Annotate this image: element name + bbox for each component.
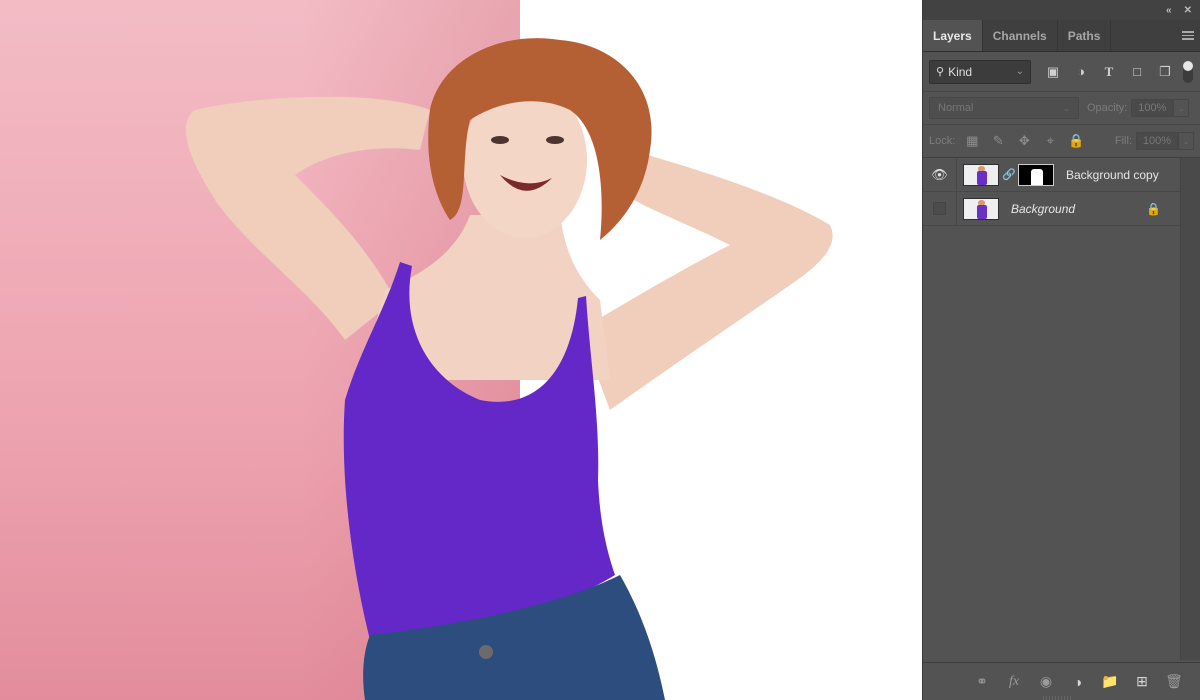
add-mask-icon[interactable]: ◉ [1037,673,1055,690]
search-icon: ⚲ [936,66,945,78]
fill-label: Fill: [1114,135,1132,147]
fill-dropdown-icon[interactable]: ⌄ [1178,132,1194,150]
eye-icon: 👁 [931,166,948,182]
kind-label: Kind [948,64,973,79]
lock-row: Lock: ▦ ✎ ✥ ⌖ 🔒 Fill: 100% ⌄ [923,125,1200,158]
jeans-button [479,645,493,659]
adjustment-layer-icon[interactable]: ◑ [1069,674,1087,690]
layer-row-background-copy[interactable]: 👁 🔗 Background copy [923,157,1181,192]
layers-list: 👁 🔗 Background copy Background 🔒 [923,157,1181,226]
lock-artboard-icon[interactable]: ⌖ [1037,133,1063,149]
tab-paths[interactable]: Paths [1058,20,1112,51]
new-layer-icon[interactable]: ⊞ [1133,673,1151,690]
link-icon[interactable]: 🔗 [1002,168,1016,181]
chevron-down-icon: ⌄ [1015,66,1024,77]
lock-image-pixels-icon[interactable]: ✎ [985,133,1011,149]
tab-channels[interactable]: Channels [983,20,1058,51]
lock-all-icon[interactable]: 🔒 [1063,133,1089,149]
blend-mode-dropdown[interactable]: Normal ⌄ [929,97,1079,119]
fill-input[interactable]: 100% [1136,132,1178,150]
visibility-toggle[interactable] [923,191,957,226]
link-layers-icon[interactable]: ⚭ [973,673,991,690]
filter-toggle[interactable] [1183,60,1193,83]
shape-layer-filter-icon[interactable]: □ [1123,64,1151,79]
tab-layers[interactable]: Layers [923,20,983,51]
hidden-checkbox-icon [933,202,946,215]
document-canvas[interactable] [0,0,922,700]
lock-icon: 🔒 [1146,201,1161,216]
collapse-icon[interactable]: « [1166,5,1172,16]
trash-icon[interactable]: 🗑 [1165,673,1183,690]
panel-menu-icon[interactable] [1176,20,1200,51]
smart-object-filter-icon[interactable]: ❐ [1151,64,1179,80]
resize-grip[interactable] [1043,696,1073,700]
opacity-input[interactable]: 100% [1131,99,1174,117]
layer-thumbnail [963,197,999,220]
chevron-down-icon: ⌄ [1062,102,1070,113]
new-group-folder-icon[interactable]: 📁 [1101,673,1119,690]
visibility-toggle[interactable]: 👁 [923,157,957,192]
opacity-dropdown-icon[interactable]: ⌄ [1173,99,1190,117]
filter-row: ⚲ Kind ⌄ ▣ ◑ T □ ❐ [923,52,1200,92]
subject-photo [185,38,833,700]
layers-scrollbar[interactable] [1180,158,1200,660]
fx-icon[interactable]: fx [1005,674,1023,690]
panel-header: « ✕ [923,0,1200,20]
panel-tabs: Layers Channels Paths [923,20,1200,52]
layer-mask-thumbnail[interactable] [1018,163,1054,186]
type-layer-filter-icon[interactable]: T [1095,64,1123,80]
layer-row-background[interactable]: Background 🔒 [923,191,1181,226]
blend-mode-value: Normal [938,102,974,114]
layers-footer-toolbar: ⚭ fx ◉ ◑ 📁 ⊞ 🗑 [923,662,1200,700]
layer-thumbnail [963,163,999,186]
eye-left [491,136,509,144]
opacity-label: Opacity: [1087,102,1128,114]
lock-label: Lock: [929,135,956,147]
layer-name[interactable]: Background [1011,202,1075,216]
close-icon[interactable]: ✕ [1184,5,1192,16]
lock-transparent-pixels-icon[interactable]: ▦ [959,133,985,149]
kind-filter-dropdown[interactable]: ⚲ Kind ⌄ [929,59,1031,84]
lock-position-icon[interactable]: ✥ [1011,133,1037,149]
layer-name[interactable]: Background copy [1066,168,1159,182]
eye-right [546,136,564,144]
adjustment-layer-filter-icon[interactable]: ◑ [1067,64,1095,79]
pixel-layer-filter-icon[interactable]: ▣ [1039,64,1067,80]
layers-panel: « ✕ Layers Channels Paths ⚲ Kind ⌄ ▣ ◑ T… [922,0,1200,700]
blend-row: Normal ⌄ Opacity: 100% ⌄ [923,92,1200,125]
